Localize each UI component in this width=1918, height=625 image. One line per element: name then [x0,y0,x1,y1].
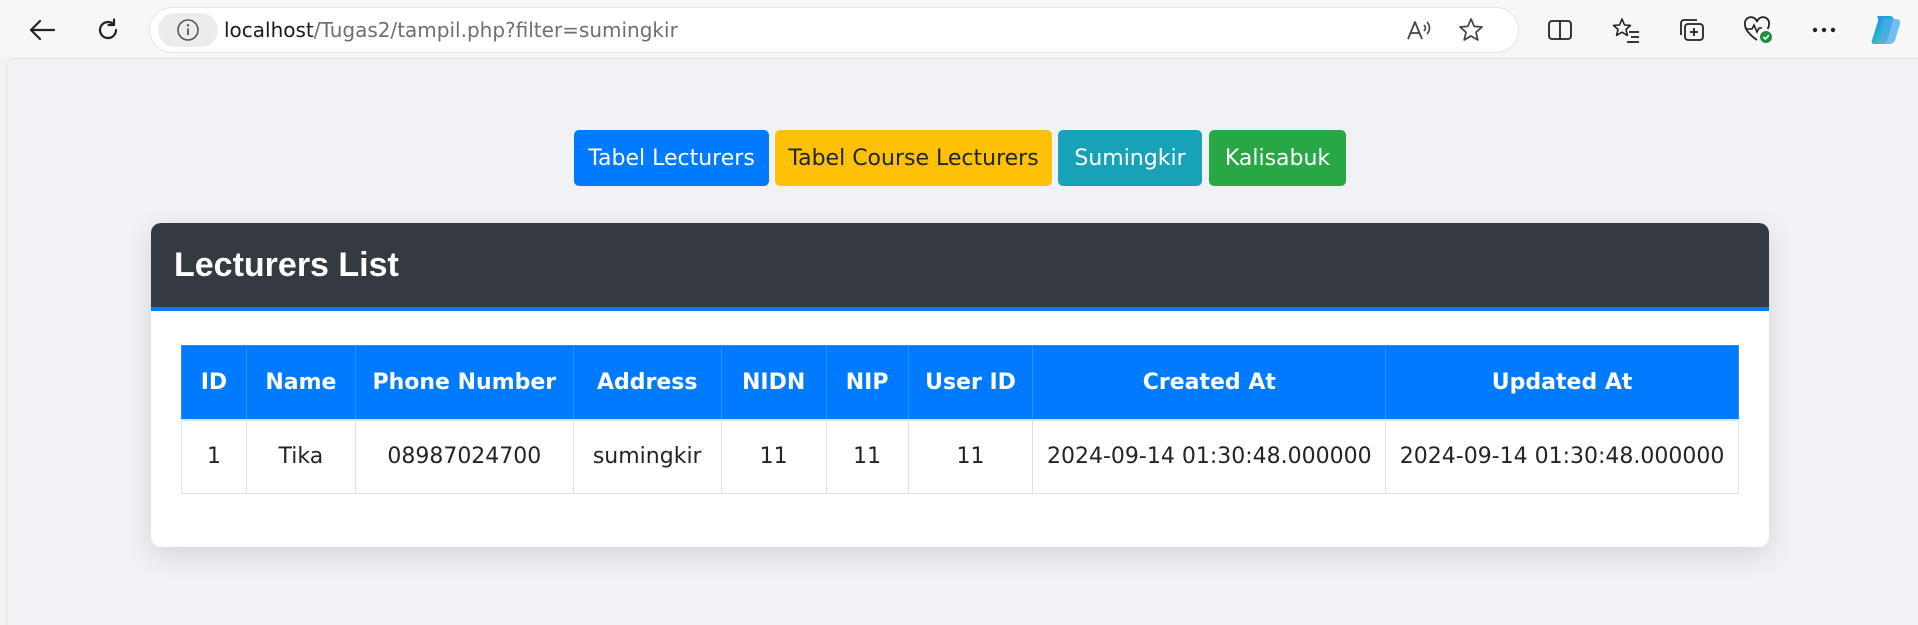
sumingkir-button[interactable]: Sumingkir [1058,130,1202,186]
kalisabuk-button[interactable]: Kalisabuk [1209,130,1346,186]
column-header-updated-at: Updated At [1385,345,1739,421]
cell-nidn: 11 [720,419,827,494]
split-screen-icon[interactable] [1540,10,1580,50]
copilot-icon[interactable] [1866,10,1906,50]
column-header-phone-number: Phone Number [354,345,574,421]
column-header-id: ID [181,345,247,421]
cell-updated-at: 2024-09-14 01:30:48.000000 [1385,419,1739,494]
column-header-name: Name [245,345,356,421]
column-header-nidn: NIDN [720,345,827,421]
read-aloud-icon[interactable] [1404,15,1434,45]
favorites-list-icon[interactable] [1606,10,1646,50]
column-header-address: Address [572,345,722,421]
table-row: 1 Tika 08987024700 sumingkir 11 11 11 20… [181,419,1739,494]
table-header-row: ID Name Phone Number Address NIDN NIP Us… [181,345,1739,421]
collections-icon[interactable] [1672,10,1712,50]
cell-id: 1 [181,419,247,494]
nav-button-row: Tabel Lecturers Tabel Course Lecturers S… [0,130,1918,186]
reload-icon[interactable] [88,10,128,50]
star-icon[interactable] [1456,15,1486,45]
info-icon[interactable] [158,13,218,47]
url-host: localhost [224,18,314,42]
cell-phone-number: 08987024700 [354,419,574,494]
tabel-lecturers-button[interactable]: Tabel Lecturers [574,130,769,186]
cell-created-at: 2024-09-14 01:30:48.000000 [1032,419,1387,494]
cell-address: sumingkir [572,419,722,494]
browser-essentials-icon[interactable] [1738,10,1778,50]
card-title: Lecturers List [174,245,399,284]
browser-toolbar: localhost/Tugas2/tampil.php?filter=sumin… [0,0,1918,58]
lecturers-table: ID Name Phone Number Address NIDN NIP Us… [181,345,1739,494]
more-icon[interactable] [1804,10,1844,50]
address-bar[interactable]: localhost/Tugas2/tampil.php?filter=sumin… [150,8,1518,52]
cell-user-id: 11 [907,419,1034,494]
column-header-nip: NIP [825,345,909,421]
url-path: /Tugas2/tampil.php?filter=sumingkir [313,18,678,42]
cell-nip: 11 [825,419,909,494]
back-arrow-icon[interactable] [22,10,62,50]
column-header-user-id: User ID [907,345,1034,421]
tabel-course-lecturers-button[interactable]: Tabel Course Lecturers [775,130,1052,186]
card-header: Lecturers List [151,223,1769,311]
url-text[interactable]: localhost/Tugas2/tampil.php?filter=sumin… [224,8,678,52]
lecturers-card: Lecturers List ID Name Phone Number Addr… [151,223,1769,547]
column-header-created-at: Created At [1032,345,1387,421]
cell-name: Tika [245,419,356,494]
